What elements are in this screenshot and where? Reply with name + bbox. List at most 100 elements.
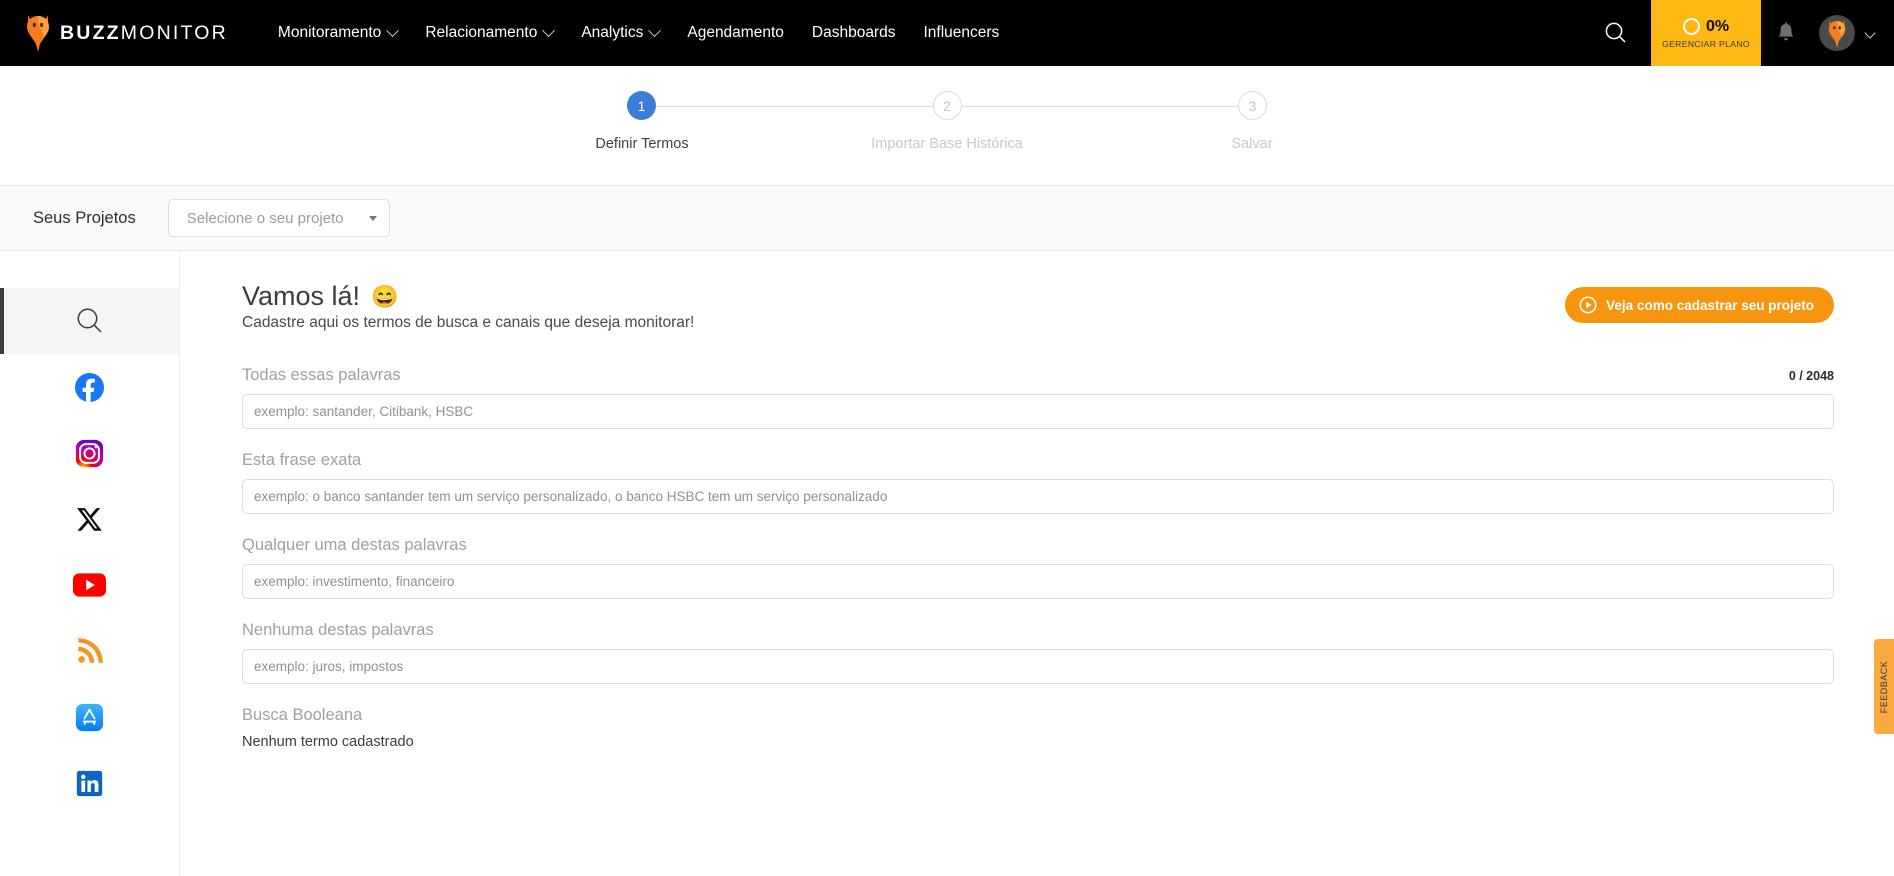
step-label-definir-termos: Definir Termos (595, 136, 689, 152)
nav-item-monitoramento[interactable]: Monitoramento (277, 23, 400, 42)
grinning-face-emoji-icon: 😄 (371, 283, 399, 309)
page-subtitle: Cadastre aqui os termos de busca e canai… (242, 314, 695, 331)
instagram-icon (75, 439, 104, 468)
step-number-1: 1 (637, 97, 646, 114)
step-number-2: 2 (943, 97, 951, 114)
input-all-words[interactable] (242, 394, 1834, 429)
field-label-all-words: Todas essas palavras (242, 366, 401, 384)
nav-label-monitoramento: Monitoramento (277, 24, 382, 41)
nav-label-influencers: Influencers (923, 24, 1000, 41)
chevron-down-icon (542, 23, 556, 37)
linkedin-icon (76, 770, 103, 797)
sidebar-item-rss[interactable] (0, 618, 179, 684)
sidebar-item-instagram[interactable] (0, 420, 179, 486)
user-menu-chevron-down-icon[interactable] (1864, 27, 1876, 39)
project-select-dropdown[interactable]: Selecione o seu projeto (167, 199, 390, 237)
sidebar-item-youtube[interactable] (0, 552, 179, 618)
step-label-salvar: Salvar (1231, 136, 1273, 152)
project-select-value: Selecione o seu projeto (186, 209, 344, 227)
nav-label-agendamento: Agendamento (687, 24, 784, 41)
wizard-stepper-bar: 1 2 3 Definir Termos Importar Base Histó… (0, 66, 1894, 186)
field-nenhuma-destas-palavras: Nenhuma destas palavras (242, 621, 1834, 684)
sidebar-item-appstore[interactable] (0, 684, 179, 750)
x-twitter-icon (76, 506, 103, 533)
nav-item-dashboards[interactable]: Dashboards (812, 24, 896, 42)
brand-logo-text: BUZZMONITOR (60, 22, 228, 45)
manage-plan-badge[interactable]: 0% GERENCIAR PLANO (1651, 0, 1761, 73)
nav-right-cluster: 0% GERENCIAR PLANO (1593, 0, 1894, 73)
global-search-button[interactable] (1593, 10, 1639, 56)
watch-tutorial-button[interactable]: Veja como cadastrar seu projeto (1565, 287, 1834, 323)
sidebar-item-search[interactable] (0, 288, 179, 354)
step-number-3: 3 (1248, 97, 1257, 114)
nav-label-dashboards: Dashboards (811, 24, 896, 41)
projects-label: Seus Projetos (33, 208, 136, 227)
search-icon (1605, 22, 1626, 43)
plan-percent: 0% (1705, 17, 1730, 35)
nav-label-analytics: Analytics (581, 24, 644, 41)
boolean-search-label: Busca Booleana (242, 706, 363, 724)
input-none-words[interactable] (242, 649, 1834, 684)
search-terms-form: Todas essas palavras 0 / 2048 Esta frase… (242, 366, 1834, 750)
field-todas-essas-palavras: Todas essas palavras 0 / 2048 (242, 366, 1834, 429)
notifications-button[interactable] (1761, 10, 1811, 56)
buzzmonitor-bird-logo-icon (25, 13, 51, 53)
page-title: Vamos lá! (242, 281, 361, 311)
sidebar-item-facebook[interactable] (0, 354, 179, 420)
plan-usage-row: 0% (1682, 17, 1730, 36)
chevron-down-icon (386, 23, 400, 37)
watch-tutorial-label: Veja como cadastrar seu projeto (1606, 297, 1814, 313)
nav-item-influencers[interactable]: Influencers (923, 24, 999, 42)
main-content: Vamos lá! 😄 Cadastre aqui os termos de b… (180, 251, 1894, 876)
chevron-down-icon (648, 23, 662, 37)
top-navigation-bar: BUZZMONITOR Monitoramento Relacionamento… (0, 0, 1894, 73)
page-body: Vamos lá! 😄 Cadastre aqui os termos de b… (0, 251, 1894, 876)
search-icon (74, 305, 106, 337)
avatar-bird-icon (1828, 20, 1846, 48)
rss-icon (76, 637, 104, 665)
field-head-all-words: Todas essas palavras 0 / 2048 (242, 366, 1834, 394)
field-label-exact-phrase: Esta frase exata (242, 451, 362, 469)
sidebar-item-x-twitter[interactable] (0, 486, 179, 552)
user-avatar[interactable] (1819, 15, 1855, 51)
channels-sidebar (0, 251, 180, 876)
step-label-importar-base-historica: Importar Base Histórica (871, 136, 1023, 152)
youtube-icon (73, 573, 106, 597)
play-circle-icon (1579, 296, 1597, 314)
field-esta-frase-exata: Esta frase exata (242, 451, 1834, 514)
brand-bold: BUZZ (60, 21, 121, 44)
nav-item-agendamento[interactable]: Agendamento (687, 24, 784, 42)
feedback-side-tab[interactable]: FEEDBACK (1874, 639, 1894, 734)
facebook-icon (74, 372, 105, 403)
main-menu: Monitoramento Relacionamento Analytics A… (277, 23, 999, 42)
stepper-circles-row: 1 2 3 (627, 91, 1267, 120)
chevron-down-icon (368, 215, 377, 221)
wizard-stepper: 1 2 3 Definir Termos Importar Base Histó… (595, 91, 1273, 152)
step-circle-1[interactable]: 1 (627, 91, 656, 120)
character-counter-all-words: 0 / 2048 (1788, 369, 1834, 383)
boolean-search-empty-text: Nenhum termo cadastrado (242, 734, 414, 750)
appstore-icon (75, 703, 104, 732)
step-circle-2[interactable]: 2 (932, 91, 962, 120)
main-header-text: Vamos lá! 😄 Cadastre aqui os termos de b… (242, 281, 694, 332)
nav-item-relacionamento[interactable]: Relacionamento (425, 23, 556, 42)
nav-item-analytics[interactable]: Analytics (581, 23, 662, 42)
field-label-none-words: Nenhuma destas palavras (242, 621, 434, 639)
plan-label: GERENCIAR PLANO (1662, 38, 1750, 49)
page-title-row: Vamos lá! 😄 (242, 281, 694, 312)
projects-bar: Seus Projetos Selecione o seu projeto (0, 186, 1894, 251)
step-circle-3[interactable]: 3 (1238, 91, 1267, 120)
nav-label-relacionamento: Relacionamento (425, 24, 538, 41)
notification-bell-icon (1778, 22, 1794, 41)
input-any-words[interactable] (242, 564, 1834, 599)
input-exact-phrase[interactable] (242, 479, 1834, 514)
section-busca-booleana: Busca Booleana Nenhum termo cadastrado (242, 706, 1834, 750)
plan-progress-ring-icon (1682, 18, 1700, 35)
sidebar-item-linkedin[interactable] (0, 750, 179, 816)
feedback-side-tab-label: FEEDBACK (1879, 660, 1889, 713)
main-header: Vamos lá! 😄 Cadastre aqui os termos de b… (242, 281, 1834, 332)
brand-light: MONITOR (120, 21, 228, 44)
field-label-any-words: Qualquer uma destas palavras (242, 536, 467, 554)
field-qualquer-uma-destas-palavras: Qualquer uma destas palavras (242, 536, 1834, 599)
brand-logo[interactable]: BUZZMONITOR (25, 13, 228, 53)
